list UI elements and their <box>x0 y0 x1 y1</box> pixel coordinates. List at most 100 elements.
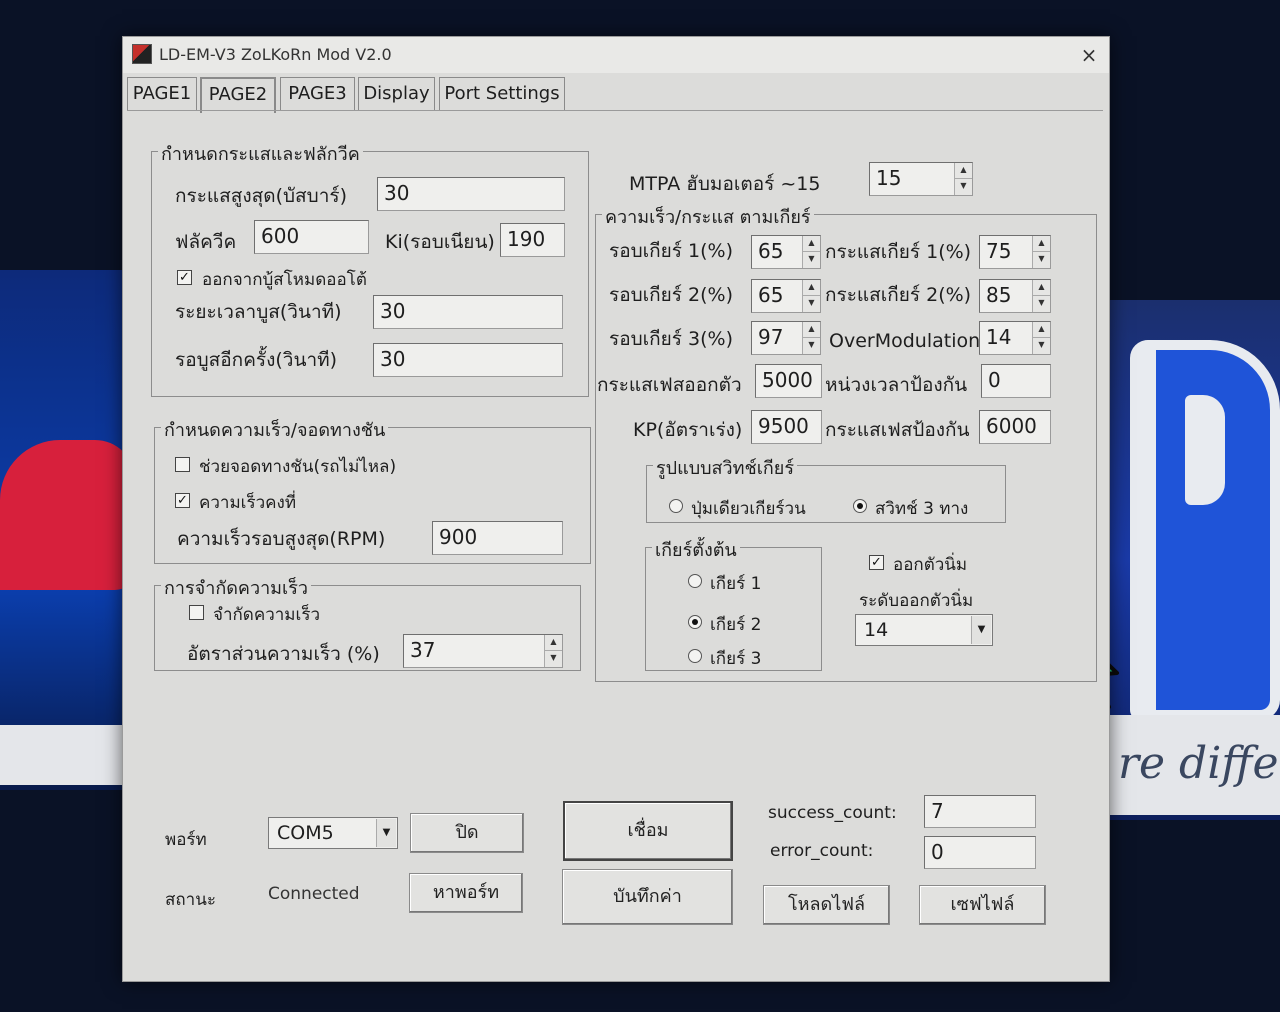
mtpa-input[interactable]: 15 ▲ ▼ <box>869 162 973 196</box>
default-gear-2-radio[interactable] <box>688 615 702 629</box>
boost-time-input[interactable]: 30 <box>373 295 563 329</box>
spin-down-icon[interactable]: ▼ <box>955 179 972 195</box>
soft-start-checkbox[interactable]: ✓ <box>869 555 884 570</box>
gear1-speed-value: 65 <box>758 239 784 263</box>
hill-hold-checkbox[interactable] <box>175 457 190 472</box>
tab-display[interactable]: Display <box>358 77 435 111</box>
max-current-input[interactable]: 30 <box>377 177 565 211</box>
gear2-speed-input[interactable]: 65 ▲ ▼ <box>751 279 821 313</box>
switch-mode-single-label: ปุ่มเดียวเกียร์วน <box>691 499 806 519</box>
overmodulation-value: 14 <box>986 325 1012 349</box>
soft-start-level-dropdown[interactable]: 14 ▼ <box>855 614 993 646</box>
spin-down-icon[interactable]: ▼ <box>1033 296 1050 312</box>
mtpa-spinner[interactable]: ▲ ▼ <box>954 163 972 195</box>
tab-page2[interactable]: PAGE2 <box>200 77 276 113</box>
gear3-speed-value: 97 <box>758 325 784 349</box>
speed-ratio-spinner[interactable]: ▲ ▼ <box>544 635 562 667</box>
spin-down-icon[interactable]: ▼ <box>803 338 820 354</box>
spin-down-icon[interactable]: ▼ <box>545 651 562 667</box>
exit-boost-checkbox[interactable]: ✓ <box>177 270 192 285</box>
find-port-button[interactable]: หาพอร์ท <box>409 873 523 913</box>
spin-up-icon[interactable]: ▲ <box>545 635 562 651</box>
phase-start-current-input[interactable]: 5000 <box>755 364 822 398</box>
exit-boost-label: ออกจากบู้สโหมดออโต้ <box>202 270 367 290</box>
speed-ratio-label: อัตราส่วนความเร็ว (%) <box>187 643 380 665</box>
spin-up-icon[interactable]: ▲ <box>803 280 820 296</box>
gear3-speed-label: รอบเกียร์ 3(%) <box>609 328 734 350</box>
gear3-speed-input[interactable]: 97 ▲ ▼ <box>751 321 821 355</box>
spin-up-icon[interactable]: ▲ <box>1033 280 1050 296</box>
overmodulation-input[interactable]: 14 ▲ ▼ <box>979 321 1051 355</box>
app-logo-icon <box>132 44 152 64</box>
save-file-button[interactable]: เซฟไฟล์ <box>919 885 1046 925</box>
connect-button[interactable]: เชื่อม <box>563 801 733 861</box>
phase-protect-current-input[interactable]: 6000 <box>979 410 1051 444</box>
kp-input[interactable]: 9500 <box>751 410 822 444</box>
spin-up-icon[interactable]: ▲ <box>803 322 820 338</box>
overmodulation-label: OverModulation <box>829 330 981 352</box>
title-bar[interactable]: LD-EM-V3 ZoLKoRn Mod V2.0 × <box>123 37 1109 73</box>
gear1-speed-input[interactable]: 65 ▲ ▼ <box>751 235 821 269</box>
port-label: พอร์ท <box>165 830 207 850</box>
gear2-speed-value: 65 <box>758 283 784 307</box>
chevron-down-icon[interactable]: ▼ <box>971 616 991 644</box>
default-gear-group-title: เกียร์ตั้งต้น <box>652 535 740 564</box>
spin-up-icon[interactable]: ▲ <box>803 236 820 252</box>
boost-repeat-label: รอบูสอีกครั้ง(วินาที) <box>175 349 338 371</box>
load-file-button[interactable]: โหลดไฟล์ <box>763 885 890 925</box>
spin-down-icon[interactable]: ▼ <box>1033 338 1050 354</box>
spin-down-icon[interactable]: ▼ <box>1033 252 1050 268</box>
protect-delay-label: หน่วงเวลาป้องกัน <box>825 374 968 396</box>
save-settings-button[interactable]: บันทึกค่า <box>562 869 733 925</box>
default-gear-2-label: เกียร์ 2 <box>710 615 762 635</box>
chevron-down-icon[interactable]: ▼ <box>376 819 396 847</box>
close-port-button[interactable]: ปิด <box>410 813 524 853</box>
gear1-current-input[interactable]: 75 ▲ ▼ <box>979 235 1051 269</box>
overmodulation-spinner[interactable]: ▲ ▼ <box>1032 322 1050 354</box>
default-gear-1-label: เกียร์ 1 <box>710 574 762 594</box>
gear3-speed-spinner[interactable]: ▲ ▼ <box>802 322 820 354</box>
switch-mode-single-radio[interactable] <box>669 499 683 513</box>
boost-repeat-input[interactable]: 30 <box>373 343 563 377</box>
tab-page3[interactable]: PAGE3 <box>280 77 355 111</box>
cruise-checkbox[interactable]: ✓ <box>175 493 190 508</box>
gear2-current-input[interactable]: 85 ▲ ▼ <box>979 279 1051 313</box>
default-gear-1-radio[interactable] <box>688 574 702 588</box>
protect-delay-input[interactable]: 0 <box>981 364 1051 398</box>
wallpaper-logo-letter-inner <box>1185 395 1225 505</box>
wallpaper-script-text: re differ <box>1118 738 1280 789</box>
spin-down-icon[interactable]: ▼ <box>803 252 820 268</box>
tab-port-settings[interactable]: Port Settings <box>439 77 565 111</box>
cruise-label: ความเร็วคงที่ <box>199 493 297 513</box>
gear2-current-label: กระแสเกียร์ 2(%) <box>825 284 972 306</box>
gear2-speed-spinner[interactable]: ▲ ▼ <box>802 280 820 312</box>
gear1-current-spinner[interactable]: ▲ ▼ <box>1032 236 1050 268</box>
port-value: COM5 <box>277 822 334 844</box>
speed-limit-checkbox[interactable] <box>189 605 204 620</box>
gear1-current-value: 75 <box>986 239 1012 263</box>
port-dropdown[interactable]: COM5 ▼ <box>268 817 398 849</box>
ki-label: Ki(รอบเนียน) <box>385 231 495 253</box>
gear2-current-spinner[interactable]: ▲ ▼ <box>1032 280 1050 312</box>
gear1-speed-spinner[interactable]: ▲ ▼ <box>802 236 820 268</box>
switch-mode-3way-radio[interactable] <box>853 499 867 513</box>
speed-ratio-input[interactable]: 37 ▲ ▼ <box>403 634 563 668</box>
success-count-label: success_count: <box>768 803 897 823</box>
spin-up-icon[interactable]: ▲ <box>1033 322 1050 338</box>
mtpa-value: 15 <box>876 166 902 190</box>
ki-input[interactable]: 190 <box>500 223 565 257</box>
status-value: Connected <box>268 884 360 904</box>
flux-weak-input[interactable]: 600 <box>254 220 369 254</box>
speed-limit-group-title: การจำกัดความเร็ว <box>161 573 311 602</box>
spin-up-icon[interactable]: ▲ <box>1033 236 1050 252</box>
max-rpm-input[interactable]: 900 <box>432 521 563 555</box>
spin-up-icon[interactable]: ▲ <box>955 163 972 179</box>
phase-protect-current-label: กระแสเฟสป้องกัน <box>825 419 970 441</box>
default-gear-3-label: เกียร์ 3 <box>710 649 762 669</box>
tab-page1[interactable]: PAGE1 <box>127 77 197 111</box>
app-window: LD-EM-V3 ZoLKoRn Mod V2.0 × PAGE1 PAGE2 … <box>122 36 1110 982</box>
default-gear-3-radio[interactable] <box>688 649 702 663</box>
gear2-current-value: 85 <box>986 283 1012 307</box>
spin-down-icon[interactable]: ▼ <box>803 296 820 312</box>
close-button[interactable]: × <box>1069 37 1109 73</box>
